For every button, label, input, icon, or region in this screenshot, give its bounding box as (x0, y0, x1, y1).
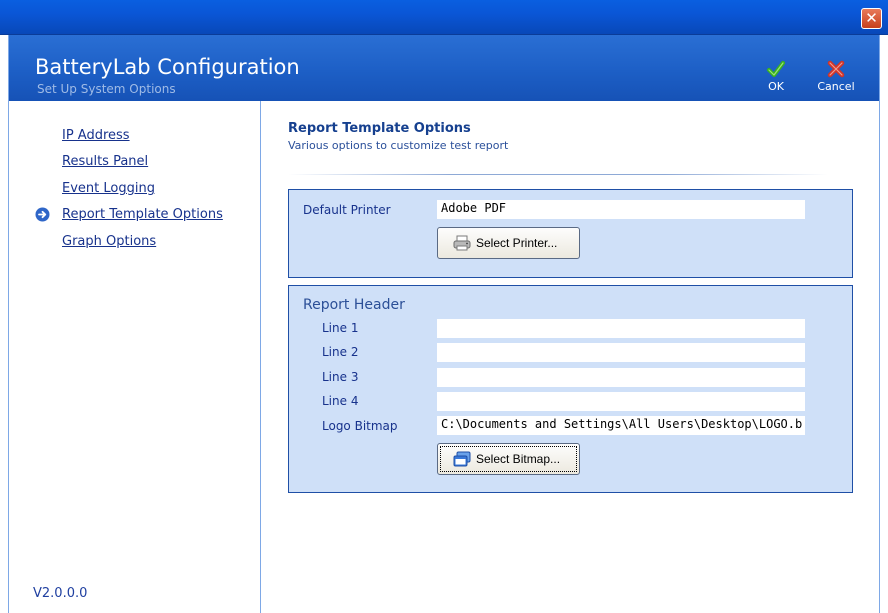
line-4-field[interactable] (437, 392, 805, 411)
sidebar-item-results-panel[interactable]: Results Panel (62, 154, 148, 169)
report-header-title: Report Header (303, 297, 405, 313)
configuration-window: ✕ BatteryLab Configuration Set Up System… (0, 0, 888, 613)
printer-icon (453, 235, 471, 251)
window-close-button[interactable]: ✕ (861, 8, 882, 29)
app-title: BatteryLab Configuration (35, 55, 300, 79)
report-header-panel: Report Header Line 1 Line 2 Line 3 Line … (288, 285, 853, 493)
sidebar-item-report-template-options[interactable]: Report Template Options (62, 207, 223, 222)
logo-bitmap-field[interactable]: C:\Documents and Settings\All Users\Desk… (437, 416, 805, 435)
line-2-field[interactable] (437, 343, 805, 362)
printer-panel: Default Printer Adobe PDF Select Printer… (288, 189, 853, 278)
cancel-button[interactable]: Cancel (811, 59, 861, 93)
window-icon (453, 451, 471, 467)
title-bar[interactable]: ✕ (0, 0, 888, 35)
section-title: Report Template Options (288, 121, 471, 136)
close-icon: ✕ (865, 9, 878, 27)
logo-bitmap-label: Logo Bitmap (322, 419, 398, 433)
checkmark-icon (767, 61, 785, 77)
line-3-label: Line 3 (322, 370, 359, 384)
line-3-field[interactable] (437, 368, 805, 387)
app-header: BatteryLab Configuration Set Up System O… (8, 35, 880, 101)
select-bitmap-label: Select Bitmap... (476, 452, 561, 466)
line-1-field[interactable] (437, 319, 805, 338)
x-icon (827, 60, 845, 78)
sidebar-item-event-logging[interactable]: Event Logging (62, 181, 155, 196)
select-bitmap-button[interactable]: Select Bitmap... (437, 443, 580, 475)
cancel-label: Cancel (817, 80, 855, 93)
line-4-label: Line 4 (322, 394, 359, 408)
sidebar: IP Address Results Panel Event Logging R… (8, 101, 261, 613)
line-1-label: Line 1 (322, 321, 359, 335)
section-divider (288, 174, 828, 175)
app-subtitle: Set Up System Options (37, 82, 176, 96)
version-label: V2.0.0.0 (33, 586, 88, 601)
default-printer-field[interactable]: Adobe PDF (437, 200, 805, 219)
ok-label: OK (768, 80, 784, 93)
line-2-label: Line 2 (322, 345, 359, 359)
select-printer-button[interactable]: Select Printer... (437, 227, 580, 259)
section-subtitle: Various options to customize test report (288, 139, 509, 152)
main-content: Report Template Options Various options … (261, 101, 880, 613)
arrow-right-circle-icon (35, 207, 50, 222)
select-printer-label: Select Printer... (476, 236, 558, 250)
default-printer-label: Default Printer (303, 203, 391, 217)
ok-button[interactable]: OK (751, 59, 801, 93)
sidebar-item-ip-address[interactable]: IP Address (62, 128, 130, 143)
sidebar-item-graph-options[interactable]: Graph Options (62, 234, 156, 249)
